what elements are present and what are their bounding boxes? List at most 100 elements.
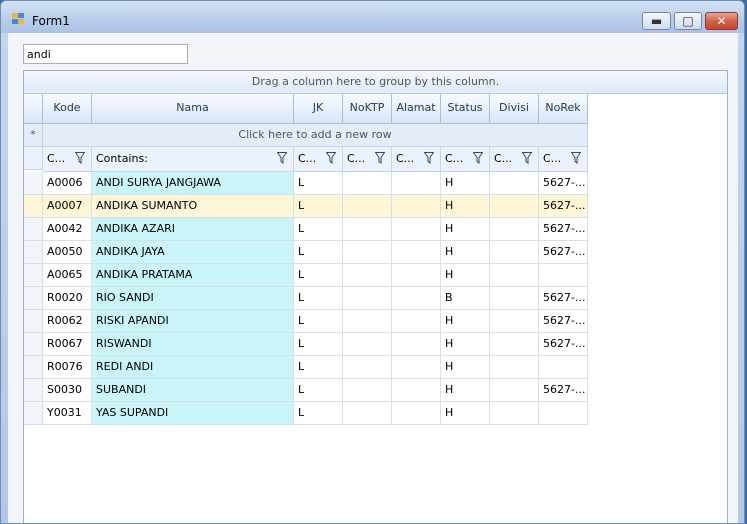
cell-norek[interactable]: 5627-... (539, 379, 588, 402)
cell-nama[interactable]: RIO SANDI (92, 287, 294, 310)
table-row[interactable]: R0020 RIO SANDI L B 5627-... (24, 287, 588, 310)
cell-norek[interactable]: 5627-... (539, 195, 588, 218)
cell-status[interactable]: H (441, 310, 490, 333)
cell-divisi[interactable] (490, 172, 539, 195)
filter-cell-noktp[interactable]: C... (343, 147, 392, 172)
cell-noktp[interactable] (343, 264, 392, 287)
cell-nama[interactable]: ANDI SURYA JANGJAWA (92, 172, 294, 195)
cell-noktp[interactable] (343, 172, 392, 195)
cell-nama[interactable]: ANDIKA JAYA (92, 241, 294, 264)
cell-nama[interactable]: ANDIKA SUMANTO (92, 195, 294, 218)
cell-divisi[interactable] (490, 264, 539, 287)
cell-jk[interactable]: L (294, 379, 343, 402)
table-row[interactable]: A0006 ANDI SURYA JANGJAWA L H 5627-... (24, 172, 588, 195)
cell-divisi[interactable] (490, 310, 539, 333)
cell-status[interactable]: H (441, 356, 490, 379)
filter-funnel-icon[interactable] (326, 152, 336, 164)
filter-cell-divisi[interactable]: C... (490, 147, 539, 172)
table-row[interactable]: R0076 REDI ANDI L H (24, 356, 588, 379)
cell-nama[interactable]: RISWANDI (92, 333, 294, 356)
cell-kode[interactable]: S0030 (43, 379, 92, 402)
cell-kode[interactable]: Y0031 (43, 402, 92, 425)
cell-status[interactable]: H (441, 172, 490, 195)
cell-jk[interactable]: L (294, 195, 343, 218)
cell-kode[interactable]: R0076 (43, 356, 92, 379)
cell-status[interactable]: H (441, 333, 490, 356)
cell-norek[interactable]: 5627-... (539, 287, 588, 310)
cell-alamat[interactable] (392, 379, 441, 402)
table-row[interactable]: A0050 ANDIKA JAYA L H 5627-... (24, 241, 588, 264)
column-header-norek[interactable]: NoRek (539, 94, 588, 124)
cell-status[interactable]: H (441, 402, 490, 425)
cell-jk[interactable]: L (294, 310, 343, 333)
filter-cell-alamat[interactable]: C... (392, 147, 441, 172)
filter-operator-label[interactable]: C... (396, 152, 414, 165)
cell-norek[interactable] (539, 264, 588, 287)
table-row[interactable]: S0030 SUBANDI L H 5627-... (24, 379, 588, 402)
cell-nama[interactable]: RISKI APANDI (92, 310, 294, 333)
cell-kode[interactable]: A0006 (43, 172, 92, 195)
cell-alamat[interactable] (392, 287, 441, 310)
row-indicator[interactable] (24, 310, 43, 333)
cell-jk[interactable]: L (294, 333, 343, 356)
cell-noktp[interactable] (343, 310, 392, 333)
filter-cell-kode[interactable]: C... (43, 147, 92, 172)
filter-cell-jk[interactable]: C... (294, 147, 343, 172)
cell-alamat[interactable] (392, 310, 441, 333)
cell-status[interactable]: H (441, 218, 490, 241)
minimize-button[interactable]: ▬ (642, 12, 671, 30)
column-header-nama[interactable]: Nama (92, 94, 294, 124)
row-indicator[interactable] (24, 379, 43, 402)
filter-funnel-icon[interactable] (375, 152, 385, 164)
cell-divisi[interactable] (490, 402, 539, 425)
column-header-divisi[interactable]: Divisi (490, 94, 539, 124)
filter-operator-label[interactable]: C... (298, 152, 316, 165)
cell-jk[interactable]: L (294, 402, 343, 425)
cell-noktp[interactable] (343, 241, 392, 264)
cell-jk[interactable]: L (294, 241, 343, 264)
cell-norek[interactable]: 5627-... (539, 172, 588, 195)
cell-status[interactable]: H (441, 195, 490, 218)
cell-alamat[interactable] (392, 241, 441, 264)
cell-jk[interactable]: L (294, 218, 343, 241)
cell-status[interactable]: H (441, 241, 490, 264)
column-header-jk[interactable]: JK (294, 94, 343, 124)
cell-norek[interactable]: 5627-... (539, 333, 588, 356)
cell-noktp[interactable] (343, 333, 392, 356)
filter-operator-label[interactable]: Contains: (96, 152, 148, 165)
table-row[interactable]: Y0031 YAS SUPANDI L H (24, 402, 588, 425)
cell-kode[interactable]: A0007 (43, 195, 92, 218)
row-indicator[interactable] (24, 333, 43, 356)
row-indicator[interactable] (24, 195, 43, 218)
group-by-panel[interactable]: Drag a column here to group by this colu… (24, 71, 727, 94)
cell-alamat[interactable] (392, 356, 441, 379)
cell-status[interactable]: H (441, 379, 490, 402)
filter-operator-label[interactable]: C... (47, 152, 65, 165)
row-indicator[interactable] (24, 402, 43, 425)
row-indicator[interactable] (24, 172, 43, 195)
search-input[interactable] (23, 44, 188, 64)
table-row[interactable]: A0007 ANDIKA SUMANTO L H 5627-... (24, 195, 588, 218)
row-indicator[interactable] (24, 218, 43, 241)
cell-norek[interactable]: 5627-... (539, 310, 588, 333)
cell-nama[interactable]: YAS SUPANDI (92, 402, 294, 425)
cell-status[interactable]: B (441, 287, 490, 310)
cell-jk[interactable]: L (294, 172, 343, 195)
filter-funnel-icon[interactable] (277, 152, 287, 164)
table-row[interactable]: R0062 RISKI APANDI L H 5627-... (24, 310, 588, 333)
cell-nama[interactable]: ANDIKA AZARI (92, 218, 294, 241)
row-indicator[interactable] (24, 287, 43, 310)
cell-alamat[interactable] (392, 195, 441, 218)
cell-kode[interactable]: R0020 (43, 287, 92, 310)
cell-divisi[interactable] (490, 379, 539, 402)
close-button[interactable]: ✕ (705, 12, 738, 30)
cell-divisi[interactable] (490, 195, 539, 218)
maximize-button[interactable]: □ (674, 12, 702, 30)
table-row[interactable]: A0042 ANDIKA AZARI L H 5627-... (24, 218, 588, 241)
cell-norek[interactable]: 5627-... (539, 241, 588, 264)
cell-jk[interactable]: L (294, 287, 343, 310)
filter-operator-label[interactable]: C... (347, 152, 365, 165)
cell-kode[interactable]: R0062 (43, 310, 92, 333)
filter-funnel-icon[interactable] (571, 152, 581, 164)
cell-noktp[interactable] (343, 379, 392, 402)
